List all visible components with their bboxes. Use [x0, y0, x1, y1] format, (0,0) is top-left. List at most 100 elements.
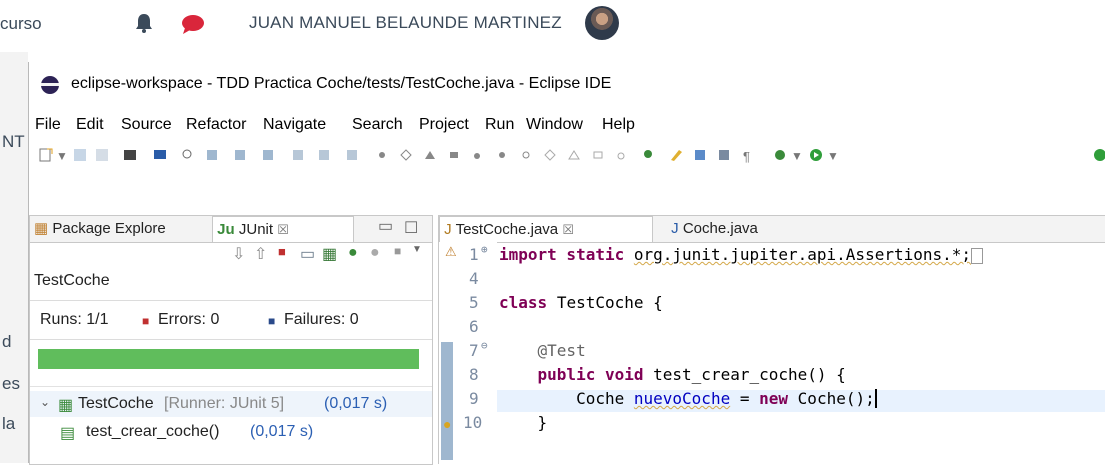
failure-icon: ■	[268, 314, 276, 328]
maximize-icon[interactable]: ☐	[404, 218, 418, 238]
shape-icon[interactable]	[567, 148, 581, 162]
save-icon[interactable]	[73, 148, 87, 162]
console-icon[interactable]	[153, 148, 167, 162]
tab-label: JUnit	[238, 221, 274, 238]
user-name[interactable]: JUAN MANUEL BELAUNDE MARTINEZ	[249, 13, 562, 33]
shape-icon[interactable]	[447, 148, 461, 162]
close-icon[interactable]: ☒	[277, 222, 289, 237]
tool-icon[interactable]	[693, 148, 707, 162]
failures-count: Failures: 0	[284, 311, 359, 328]
test-suite-icon: ▦	[58, 397, 74, 414]
tree-row-test-crear-coche[interactable]: ▤ test_crear_coche() (0,017 s)	[30, 419, 432, 445]
shape-icon[interactable]	[471, 148, 485, 162]
new-icon[interactable]	[39, 148, 53, 162]
shape-icon[interactable]	[423, 148, 437, 162]
left-fragment: es	[2, 374, 20, 393]
stop-icon[interactable]: ■	[394, 244, 401, 258]
shape-icon[interactable]	[591, 148, 605, 162]
menu-project[interactable]: Project	[419, 116, 469, 134]
terminal-icon[interactable]	[123, 148, 137, 162]
shape-icon[interactable]	[543, 148, 557, 162]
line-number: 8	[469, 365, 479, 384]
prev-failure-icon[interactable]: ⇧	[254, 244, 267, 264]
menu-run[interactable]: Run	[485, 116, 514, 134]
chat-icon[interactable]	[181, 14, 205, 39]
menu-file[interactable]: File	[35, 116, 61, 134]
external-tools-icon[interactable]	[1093, 148, 1105, 162]
junit-toolbar: ⇩ ⇧ ■ ▭ ▦ ● ● ■ ▼	[30, 244, 432, 266]
next-failure-icon[interactable]: ⇩	[232, 244, 245, 264]
code-line-7[interactable]: @Test	[499, 341, 586, 360]
view-tab-row: ▦ Package Explore Ju JUnit ☒ ▭ ☐	[30, 216, 432, 243]
pilcrow-icon[interactable]: ¶	[743, 149, 750, 164]
test-tree: ⌄ ▦ TestCoche [Runner: JUnit 5] (0,017 s…	[30, 386, 432, 465]
line-number: 1	[469, 245, 479, 264]
chevron-down-icon[interactable]: ▼	[412, 244, 422, 255]
bell-icon[interactable]	[133, 12, 155, 39]
shape-icon[interactable]	[399, 148, 413, 162]
tab-coche-java[interactable]: J Coche.java	[667, 216, 817, 241]
code-line-1[interactable]: import static org.junit.jupiter.api.Asse…	[499, 245, 984, 264]
tab-label: Coche.java	[682, 220, 758, 237]
menu-refactor[interactable]: Refactor	[186, 116, 246, 134]
chevron-down-icon[interactable]: ▼	[791, 149, 803, 163]
avatar[interactable]	[585, 6, 619, 40]
code-line-10[interactable]: }	[499, 413, 548, 432]
window-title: eclipse-workspace - TDD Practica Coche/t…	[71, 75, 612, 92]
code-line-5[interactable]: class TestCoche {	[499, 293, 663, 312]
junit-view: ▦ Package Explore Ju JUnit ☒ ▭ ☐ ⇩ ⇧ ■ ▭…	[29, 215, 433, 465]
tab-package-explorer[interactable]: ▦ Package Explore	[34, 216, 209, 241]
tool-icon[interactable]	[317, 148, 331, 162]
tool-icon[interactable]	[345, 148, 359, 162]
left-fragment: d	[2, 332, 12, 351]
menu-help[interactable]: Help	[602, 116, 635, 134]
debug-icon[interactable]	[773, 148, 787, 162]
java-file-icon: J	[671, 220, 679, 237]
close-icon[interactable]: ☒	[562, 222, 574, 237]
pin-icon[interactable]	[641, 148, 655, 162]
run-icon[interactable]	[809, 148, 823, 162]
tool-icon[interactable]	[717, 148, 731, 162]
rerun-failed-icon[interactable]: ●	[370, 244, 380, 262]
tool-icon[interactable]	[291, 148, 305, 162]
shape-icon[interactable]	[375, 148, 389, 162]
save-all-icon[interactable]	[95, 148, 109, 162]
menu-search[interactable]: Search	[352, 116, 403, 134]
chevron-down-icon[interactable]: ▼	[56, 149, 68, 163]
tool-icon[interactable]	[233, 148, 247, 162]
chevron-down-icon[interactable]: ▼	[827, 149, 839, 163]
search-icon[interactable]	[181, 148, 195, 162]
menu-source[interactable]: Source	[121, 116, 172, 134]
code-line-8[interactable]: public void test_crear_coche() {	[499, 365, 846, 384]
minimize-icon[interactable]: ▭	[378, 216, 393, 236]
history-icon[interactable]: ▦	[322, 244, 337, 264]
junit-counters: Runs: 1/1 ■ Errors: 0 ■ Failures: 0	[30, 300, 432, 340]
line-number: 9	[469, 389, 479, 408]
code-line-9[interactable]: Coche nuevoCoche = new Coche();	[499, 389, 877, 408]
menu-navigate[interactable]: Navigate	[263, 116, 326, 134]
shape-icon[interactable]	[615, 148, 629, 162]
menu-window[interactable]: Window	[526, 116, 583, 134]
rerun-icon[interactable]: ●	[348, 244, 358, 262]
main-toolbar: ▼ ¶ ▼ ▼	[29, 140, 1105, 170]
tree-row-testcoche[interactable]: ⌄ ▦ TestCoche [Runner: JUnit 5] (0,017 s…	[30, 391, 432, 417]
course-link[interactable]: curso	[0, 14, 42, 34]
highlight-icon[interactable]	[669, 148, 683, 162]
fold-icon[interactable]: ⊕	[481, 243, 488, 256]
shape-icon[interactable]	[519, 148, 533, 162]
show-failures-icon[interactable]: ■	[278, 244, 286, 259]
tab-junit[interactable]: Ju JUnit ☒	[212, 216, 354, 242]
tool-icon[interactable]	[261, 148, 275, 162]
chevron-down-icon[interactable]: ⌄	[40, 395, 50, 409]
test-method-marker	[441, 342, 453, 460]
shape-icon[interactable]	[495, 148, 509, 162]
tree-label: TestCoche	[78, 395, 154, 412]
quick-fix-icon[interactable]: ●	[443, 416, 451, 432]
title-bar: eclipse-workspace - TDD Practica Coche/t…	[29, 62, 1105, 108]
scroll-lock-icon[interactable]: ▭	[300, 244, 315, 264]
editor-tab-row: J TestCoche.java ☒ J Coche.java	[439, 216, 1105, 243]
tool-icon[interactable]	[205, 148, 219, 162]
fold-icon[interactable]: ⊖	[481, 339, 488, 352]
tab-testcoche-java[interactable]: J TestCoche.java ☒	[439, 216, 653, 242]
menu-edit[interactable]: Edit	[76, 116, 104, 134]
